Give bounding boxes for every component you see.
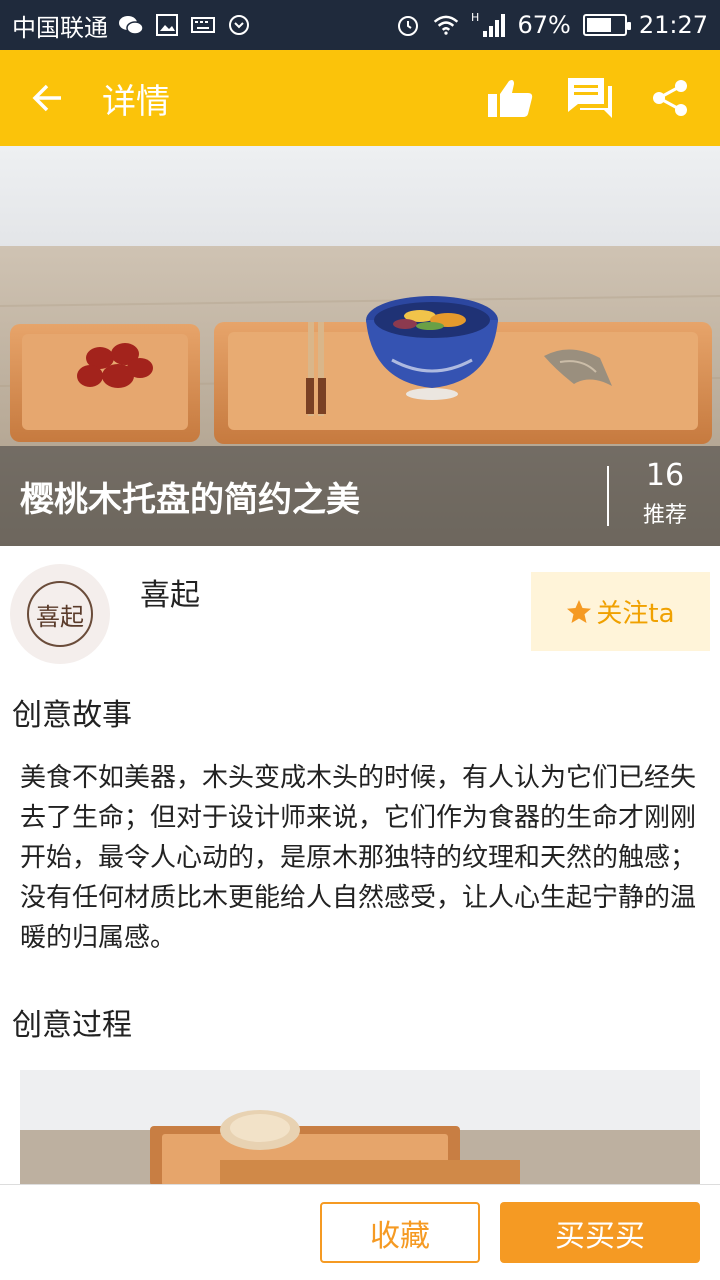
- hero-title: 樱桃木托盘的简约之美: [20, 479, 360, 520]
- signal-icon: H: [471, 11, 506, 38]
- bottom-action-bar: 收藏 买买买: [0, 1184, 720, 1280]
- battery-percent: 67%: [517, 11, 571, 39]
- recommend-counter: 16 推荐: [620, 458, 710, 529]
- story-text: 美食不如美器，木头变成木头的时候，有人认为它们已经失去了生命；但对于设计师来说，…: [20, 763, 697, 953]
- caption-divider: [607, 466, 609, 526]
- author-name[interactable]: 喜起: [140, 570, 200, 614]
- image-icon: [154, 12, 180, 38]
- process-image[interactable]: [20, 1070, 700, 1190]
- clock: 21:27: [638, 11, 708, 39]
- collect-button[interactable]: 收藏: [320, 1202, 480, 1263]
- follow-label: 关注ta: [596, 599, 675, 629]
- app-bar: 详情: [0, 50, 720, 146]
- process-photo: [20, 1070, 700, 1190]
- page-title: 详情: [102, 81, 170, 122]
- battery-icon: [582, 14, 631, 36]
- hero-caption-bar: 樱桃木托盘的简约之美 16 推荐: [0, 446, 720, 546]
- carrier-name: 中国联通: [12, 13, 108, 42]
- arrow-left-icon: [32, 84, 61, 112]
- avatar-logo: 喜起: [27, 581, 93, 647]
- follow-button[interactable]: 关注ta: [531, 572, 710, 651]
- avatar-text: 喜起: [36, 602, 84, 631]
- share-button[interactable]: [630, 50, 710, 146]
- story-heading: 创意故事: [12, 698, 132, 733]
- like-button[interactable]: [470, 50, 550, 146]
- keyboard-icon: [190, 12, 216, 38]
- process-heading: 创意过程: [12, 1008, 132, 1043]
- sync-icon: [226, 12, 252, 38]
- recommend-count: 16: [645, 458, 685, 493]
- comment-button[interactable]: [550, 50, 630, 146]
- star-icon: [567, 599, 592, 623]
- battery-fill: [586, 18, 611, 32]
- avatar[interactable]: 喜起: [10, 564, 110, 664]
- buy-button[interactable]: 买买买: [500, 1202, 700, 1263]
- status-bar: 中国联通 H 67% 21:27: [0, 0, 720, 50]
- hero-banner[interactable]: 樱桃木托盘的简约之美 16 推荐: [0, 146, 720, 546]
- svg-text:H: H: [471, 11, 479, 24]
- wechat-icon: [118, 12, 144, 38]
- share-icon: [653, 80, 687, 116]
- author-row: 喜起 喜起 关注ta: [0, 546, 720, 676]
- recommend-label: 推荐: [642, 503, 687, 528]
- alarm-icon: [395, 12, 421, 38]
- comment-icon: [568, 78, 612, 118]
- back-button[interactable]: [12, 50, 82, 146]
- wifi-icon: [433, 12, 459, 38]
- thumbs-up-icon: [488, 80, 533, 117]
